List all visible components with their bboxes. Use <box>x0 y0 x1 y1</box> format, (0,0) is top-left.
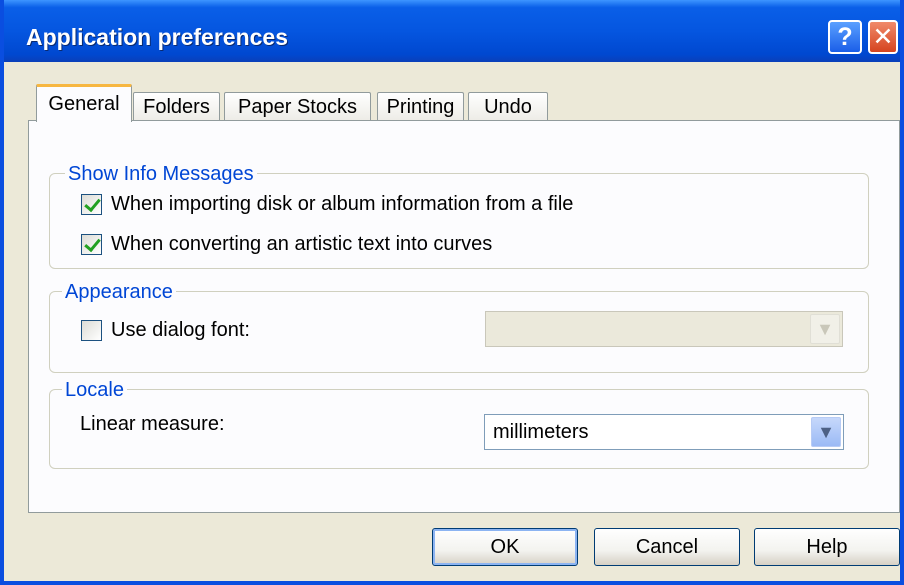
import-info-checkbox[interactable] <box>81 194 102 215</box>
cancel-button[interactable]: Cancel <box>594 528 740 566</box>
tab-printing[interactable]: Printing <box>377 92 464 122</box>
import-info-label: When importing disk or album information… <box>111 193 574 215</box>
tab-paper-stocks[interactable]: Paper Stocks <box>224 92 371 122</box>
locale-title: Locale <box>62 379 127 402</box>
help-button[interactable]: Help <box>754 528 900 566</box>
linear-measure-label: Linear measure: <box>80 413 225 435</box>
window-title: Application preferences <box>26 24 289 50</box>
linear-measure-select[interactable]: millimeters ▼ <box>484 414 844 450</box>
dialog-font-label: Use dialog font: <box>111 319 250 341</box>
tab-undo[interactable]: Undo <box>468 92 548 122</box>
dialog-font-option[interactable]: Use dialog font: <box>81 319 250 342</box>
convert-curves-label: When converting an artistic text into cu… <box>111 233 493 255</box>
tab-folders[interactable]: Folders <box>133 92 220 122</box>
ok-button[interactable]: OK <box>432 528 578 566</box>
dialog-font-select[interactable]: ▼ <box>485 311 843 347</box>
close-icon[interactable]: ✕ <box>868 20 898 54</box>
preferences-dialog: Application preferences ? ✕ General Fold… <box>0 0 904 585</box>
chevron-down-icon[interactable]: ▼ <box>810 314 840 344</box>
appearance-title: Appearance <box>62 281 176 304</box>
linear-measure-value: millimeters <box>493 420 589 443</box>
chevron-down-icon[interactable]: ▼ <box>811 417 841 447</box>
convert-curves-option[interactable]: When converting an artistic text into cu… <box>81 233 492 256</box>
dialog-font-checkbox[interactable] <box>81 320 102 341</box>
convert-curves-checkbox[interactable] <box>81 234 102 255</box>
title-bar[interactable]: Application preferences ? ✕ <box>4 0 900 62</box>
tab-general[interactable]: General <box>36 84 132 122</box>
show-info-title: Show Info Messages <box>65 163 257 186</box>
import-info-option[interactable]: When importing disk or album information… <box>81 193 573 216</box>
general-tab-panel: Show Info Messages When importing disk o… <box>28 120 900 513</box>
help-icon[interactable]: ? <box>828 20 862 54</box>
